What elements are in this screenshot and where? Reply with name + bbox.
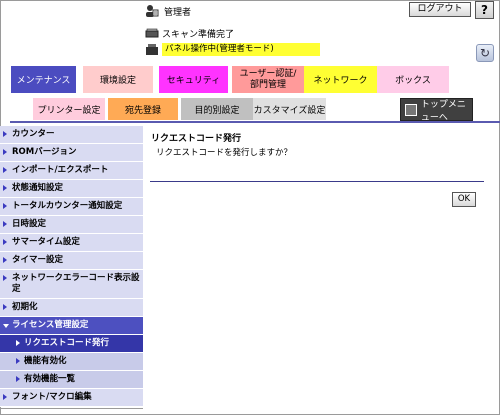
tab-box[interactable]: ボックス bbox=[377, 66, 449, 93]
sidebar-item-label: ライセンス管理設定 bbox=[12, 320, 89, 330]
tab-label: セキュリティ bbox=[166, 76, 221, 86]
scan-status-text: スキャン準備完了 bbox=[162, 29, 235, 40]
sidebar-item-rom-version[interactable]: ROMバージョン bbox=[0, 144, 143, 162]
tab-printer-settings[interactable]: プリンター設定 bbox=[33, 98, 105, 120]
tab-label: ネットワーク bbox=[313, 76, 368, 86]
triangle-right-icon bbox=[16, 376, 20, 382]
triangle-right-icon bbox=[3, 167, 7, 173]
triangle-right-icon bbox=[3, 185, 7, 191]
triangle-right-icon bbox=[3, 203, 7, 209]
panel-status: パネル操作中(管理者モード) bbox=[145, 42, 320, 57]
sidebar-item-font-macro[interactable]: フォント/マクロ編集 bbox=[0, 389, 143, 407]
triangle-right-icon bbox=[3, 149, 7, 155]
triangle-right-icon bbox=[3, 394, 7, 400]
page-title: リクエストコード発行 bbox=[151, 134, 242, 144]
tab-network[interactable]: ネットワーク bbox=[304, 66, 377, 93]
triangle-right-icon bbox=[3, 257, 7, 263]
refresh-button[interactable]: ↻ bbox=[476, 44, 494, 62]
triangle-right-icon bbox=[16, 340, 20, 346]
sidebar-item-summer-time[interactable]: サマータイム設定 bbox=[0, 234, 143, 252]
tab-label: ユーザー認証/部門管理 bbox=[239, 68, 297, 90]
triangle-right-icon bbox=[3, 221, 7, 227]
triangle-right-icon bbox=[3, 131, 7, 137]
sidebar-item-label: 有効機能一覧 bbox=[24, 374, 76, 384]
tab-maintenance[interactable]: メンテナンス bbox=[11, 66, 76, 93]
triangle-down-icon bbox=[3, 324, 9, 328]
top-menu-button[interactable]: トップメニューへ bbox=[400, 98, 473, 123]
sidebar-item-import-export[interactable]: インポート/エクスポート bbox=[0, 162, 143, 180]
ok-button[interactable]: OK bbox=[452, 192, 476, 207]
sidebar-item-label: 状態通知設定 bbox=[12, 183, 64, 193]
tab-divider bbox=[10, 121, 500, 123]
sidebar-item-label: 日時設定 bbox=[12, 219, 47, 229]
tab-customize-settings[interactable]: カスタマイズ設定 bbox=[253, 98, 326, 120]
sub-tab-label: 目的別設定 bbox=[194, 105, 240, 116]
tab-user-authentication[interactable]: ユーザー認証/部門管理 bbox=[232, 66, 304, 93]
tab-security[interactable]: セキュリティ bbox=[159, 66, 228, 93]
sidebar-item-date-time[interactable]: 日時設定 bbox=[0, 216, 143, 234]
sidebar-item-label: ネットワークエラーコード表示設定 bbox=[12, 273, 140, 294]
triangle-right-icon bbox=[3, 239, 7, 245]
sub-tab-label: カスタマイズ設定 bbox=[253, 105, 326, 116]
panel-status-text: パネル操作中(管理者モード) bbox=[162, 43, 320, 56]
triangle-right-icon bbox=[3, 275, 7, 281]
sidebar-item-request-code[interactable]: リクエストコード発行 bbox=[0, 335, 143, 353]
sidebar-item-label: カウンター bbox=[12, 129, 55, 139]
scanner-icon bbox=[145, 28, 159, 37]
help-button[interactable]: ? bbox=[475, 1, 494, 19]
tab-environment-settings[interactable]: 環境設定 bbox=[83, 66, 153, 93]
sidebar-item-label: トータルカウンター通知設定 bbox=[12, 201, 123, 211]
tab-label: メンテナンス bbox=[16, 76, 71, 86]
sidebar-item-timer[interactable]: タイマー設定 bbox=[0, 252, 143, 270]
logout-button[interactable]: ログアウト bbox=[409, 2, 471, 17]
sidebar-item-initialize[interactable]: 初期化 bbox=[0, 299, 143, 317]
triangle-right-icon bbox=[3, 304, 7, 310]
top-menu-label: トップメニューへ bbox=[420, 99, 466, 123]
sidebar-item-status-notification[interactable]: 状態通知設定 bbox=[0, 180, 143, 198]
sidebar-item-label: ROMバージョン bbox=[12, 147, 77, 157]
sidebar-item-function-activation[interactable]: 機能有効化 bbox=[0, 353, 143, 371]
sidebar-item-label: リクエストコード発行 bbox=[24, 338, 110, 348]
sidebar-item-label: フォント/マクロ編集 bbox=[12, 392, 92, 402]
sidebar-item-license-management[interactable]: ライセンス管理設定 bbox=[0, 317, 143, 335]
sidebar-item-label: 機能有効化 bbox=[24, 356, 67, 366]
tab-address-registration[interactable]: 宛先登録 bbox=[108, 98, 178, 120]
page-description: リクエストコードを発行しますか？ bbox=[156, 148, 293, 158]
sidebar-item-total-counter-notification[interactable]: トータルカウンター通知設定 bbox=[0, 198, 143, 216]
sidebar: カウンター ROMバージョン インポート/エクスポート 状態通知設定 トータルカ… bbox=[0, 126, 143, 407]
top-menu-icon bbox=[405, 103, 417, 116]
sidebar-item-network-error-code[interactable]: ネットワークエラーコード表示設定 bbox=[0, 270, 143, 299]
tab-purpose-settings[interactable]: 目的別設定 bbox=[181, 98, 253, 120]
refresh-icon: ↻ bbox=[479, 46, 491, 60]
triangle-right-icon bbox=[16, 358, 20, 364]
admin-user-icon bbox=[146, 5, 159, 17]
sidebar-item-label: 初期化 bbox=[12, 302, 38, 312]
machine-icon bbox=[146, 44, 158, 55]
sub-tab-label: 宛先登録 bbox=[124, 105, 161, 116]
sidebar-item-label: サマータイム設定 bbox=[12, 237, 80, 247]
tab-label: ボックス bbox=[395, 76, 431, 86]
sidebar-item-label: インポート/エクスポート bbox=[12, 165, 109, 175]
sidebar-item-enabled-functions[interactable]: 有効機能一覧 bbox=[0, 371, 143, 389]
sub-tab-label: プリンター設定 bbox=[37, 105, 101, 116]
sidebar-item-label: タイマー設定 bbox=[12, 255, 64, 265]
content-divider bbox=[150, 181, 484, 182]
scan-status: スキャン準備完了 bbox=[145, 27, 235, 40]
tab-label: 環境設定 bbox=[99, 76, 136, 86]
user-label: 管理者 bbox=[164, 8, 192, 18]
sidebar-bottom-divider bbox=[0, 408, 143, 409]
sidebar-item-counter[interactable]: カウンター bbox=[0, 126, 143, 144]
